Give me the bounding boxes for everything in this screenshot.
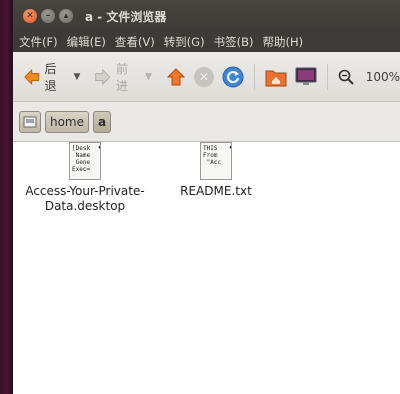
toolbar: 后退 ▼ 前进 ▼ ✕ 100% <box>13 52 400 102</box>
menu-file[interactable]: 文件(F) <box>19 34 58 50</box>
stop-button[interactable]: ✕ <box>193 66 214 87</box>
file-name: Access-Your-Private- Data.desktop <box>25 184 144 214</box>
reload-button[interactable] <box>222 66 244 88</box>
back-button[interactable]: 后退 <box>23 60 66 94</box>
file-name-line: README.txt <box>180 184 252 198</box>
desktop-background <box>0 0 12 394</box>
desktop-file-icon: [Desk Name Gene Exec= <box>69 142 101 180</box>
preview-line: THIS <box>203 145 218 152</box>
symlink-arrow-icon <box>228 143 231 150</box>
forward-button[interactable]: 前进 <box>94 60 137 94</box>
breadcrumb-a[interactable]: a <box>93 110 111 133</box>
menu-bar: 文件(F) 编辑(E) 查看(V) 转到(G) 书签(B) 帮助(H) <box>13 32 400 52</box>
stop-icon: ✕ <box>193 66 214 87</box>
zoom-out-icon <box>338 69 354 85</box>
file-item[interactable]: [Desk Name Gene Exec= Access-Your-Privat… <box>25 142 145 214</box>
breadcrumb-home[interactable]: home <box>45 110 89 133</box>
up-button[interactable] <box>166 67 186 87</box>
back-label: 后退 <box>44 61 57 93</box>
preview-line: [Desk <box>72 145 91 152</box>
home-folder-icon <box>265 70 287 86</box>
menu-bookmarks[interactable]: 书签(B) <box>214 34 254 50</box>
forward-history-dropdown-icon[interactable]: ▼ <box>145 72 152 82</box>
close-window-button[interactable]: ✕ <box>23 9 37 23</box>
forward-label: 前进 <box>115 61 128 93</box>
menu-view[interactable]: 查看(V) <box>115 34 155 50</box>
symlink-arrow-icon <box>97 143 100 150</box>
computer-icon <box>295 67 317 85</box>
menu-edit[interactable]: 编辑(E) <box>67 34 106 50</box>
text-file-icon: THIS From "Acc <box>200 142 232 180</box>
reload-icon <box>222 66 244 87</box>
zoom-out-button[interactable] <box>338 69 354 85</box>
minimize-window-button[interactable]: – <box>41 9 55 23</box>
location-bar: home a <box>13 102 400 142</box>
back-history-dropdown-icon[interactable]: ▼ <box>74 72 81 82</box>
maximize-window-button[interactable]: ▴ <box>59 9 73 23</box>
preview-line: Gene <box>72 159 91 166</box>
forward-arrow-icon <box>95 68 111 85</box>
file-name-line: Access-Your-Private- <box>25 184 145 198</box>
zoom-level[interactable]: 100% <box>366 70 400 84</box>
menu-help[interactable]: 帮助(H) <box>262 34 303 50</box>
home-button[interactable] <box>265 67 287 87</box>
preview-line: "Acc <box>203 159 222 166</box>
drive-icon <box>23 116 37 127</box>
menu-go[interactable]: 转到(G) <box>164 34 205 50</box>
preview-line: Exec= <box>72 166 91 173</box>
toolbar-separator <box>253 63 255 90</box>
file-name: README.txt <box>180 184 252 199</box>
file-name-line: Data.desktop <box>44 199 126 213</box>
toolbar-separator-2 <box>326 63 328 90</box>
title-bar: ✕ – ▴ a - 文件浏览器 <box>13 0 400 32</box>
file-browser-window: ✕ – ▴ a - 文件浏览器 文件(F) 编辑(E) 查看(V) 转到(G) … <box>12 0 400 394</box>
file-view[interactable]: [Desk Name Gene Exec= Access-Your-Privat… <box>13 142 400 394</box>
back-arrow-icon <box>24 68 40 85</box>
preview-line: Name <box>72 152 91 159</box>
window-title: a - 文件浏览器 <box>85 9 167 24</box>
file-item[interactable]: THIS From "Acc README.txt <box>156 142 276 199</box>
preview-line: From <box>203 152 218 159</box>
breadcrumb-root-button[interactable] <box>19 110 41 133</box>
computer-button[interactable] <box>295 67 317 87</box>
up-arrow-icon <box>166 67 186 85</box>
